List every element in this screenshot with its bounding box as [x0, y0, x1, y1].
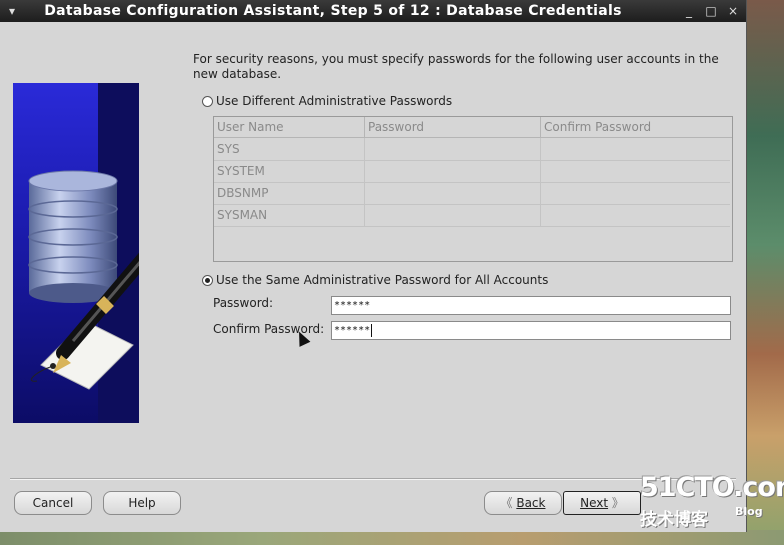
- cell-confirm-password[interactable]: [541, 160, 730, 182]
- cell-password[interactable]: [365, 182, 541, 204]
- table-row: SYSTEM: [214, 160, 730, 183]
- password-field[interactable]: ******: [331, 296, 731, 315]
- cell-user-name: SYS: [214, 138, 365, 160]
- text-caret: [371, 323, 373, 337]
- watermark-subtitle: 技术博客: [640, 510, 708, 530]
- next-button[interactable]: Next 》: [563, 491, 641, 515]
- database-illustration: [13, 83, 139, 423]
- cancel-button[interactable]: Cancel: [14, 491, 92, 515]
- window-title: Database Configuration Assistant, Step 5…: [44, 3, 622, 19]
- next-button-label: Next: [580, 496, 609, 510]
- desktop-background-bottom: [0, 530, 784, 545]
- cell-password[interactable]: [365, 160, 541, 182]
- radio-same-password[interactable]: [202, 275, 213, 286]
- confirm-password-field[interactable]: ******: [331, 321, 731, 340]
- radio-different-passwords[interactable]: [202, 96, 213, 107]
- password-value: ******: [334, 300, 371, 311]
- cell-user-name: SYSTEM: [214, 160, 365, 182]
- column-header-user-name: User Name: [214, 117, 365, 137]
- back-button[interactable]: 《 Back: [484, 491, 562, 515]
- password-label: Password:: [213, 296, 274, 310]
- cancel-button-label: Cancel: [32, 496, 74, 510]
- table-row: SYS: [214, 138, 730, 161]
- grid-header: User Name Password Confirm Password: [214, 117, 732, 138]
- column-header-password: Password: [365, 117, 541, 137]
- cell-password[interactable]: [365, 138, 541, 160]
- help-button-label: Help: [128, 496, 156, 510]
- radio-same-password-label[interactable]: Use the Same Administrative Password for…: [216, 273, 548, 287]
- desktop-background: [746, 0, 784, 545]
- watermark-blog: Blog: [735, 505, 763, 518]
- intro-text: For security reasons, you must specify p…: [193, 52, 719, 81]
- confirm-password-label: Confirm Password:: [213, 322, 325, 336]
- user-password-grid: User Name Password Confirm Password SYS …: [213, 116, 733, 262]
- column-header-confirm-password: Confirm Password: [544, 120, 652, 134]
- chevron-left-icon: 《: [500, 496, 513, 510]
- cell-confirm-password[interactable]: [541, 138, 730, 160]
- back-button-label: Back: [516, 496, 546, 510]
- table-row: SYSMAN: [214, 204, 730, 227]
- minimize-icon[interactable]: _: [680, 2, 698, 20]
- chevron-right-icon: 》: [611, 496, 624, 510]
- cell-confirm-password[interactable]: [541, 182, 730, 204]
- button-separator: [10, 478, 736, 480]
- radio-different-passwords-label[interactable]: Use Different Administrative Passwords: [216, 94, 452, 108]
- cell-confirm-password[interactable]: [541, 204, 730, 226]
- help-button[interactable]: Help: [103, 491, 181, 515]
- watermark-logo: 51CTO.com: [640, 472, 784, 503]
- cell-user-name: SYSMAN: [214, 204, 365, 226]
- close-icon[interactable]: ×: [724, 2, 742, 20]
- table-row: DBSNMP: [214, 182, 730, 205]
- cell-password[interactable]: [365, 204, 541, 226]
- maximize-icon[interactable]: □: [702, 2, 720, 20]
- title-bar[interactable]: ▾ Database Configuration Assistant, Step…: [0, 0, 746, 22]
- confirm-password-value: ******: [334, 325, 371, 336]
- dbca-window: ▾ Database Configuration Assistant, Step…: [0, 0, 747, 532]
- cell-user-name: DBSNMP: [214, 182, 365, 204]
